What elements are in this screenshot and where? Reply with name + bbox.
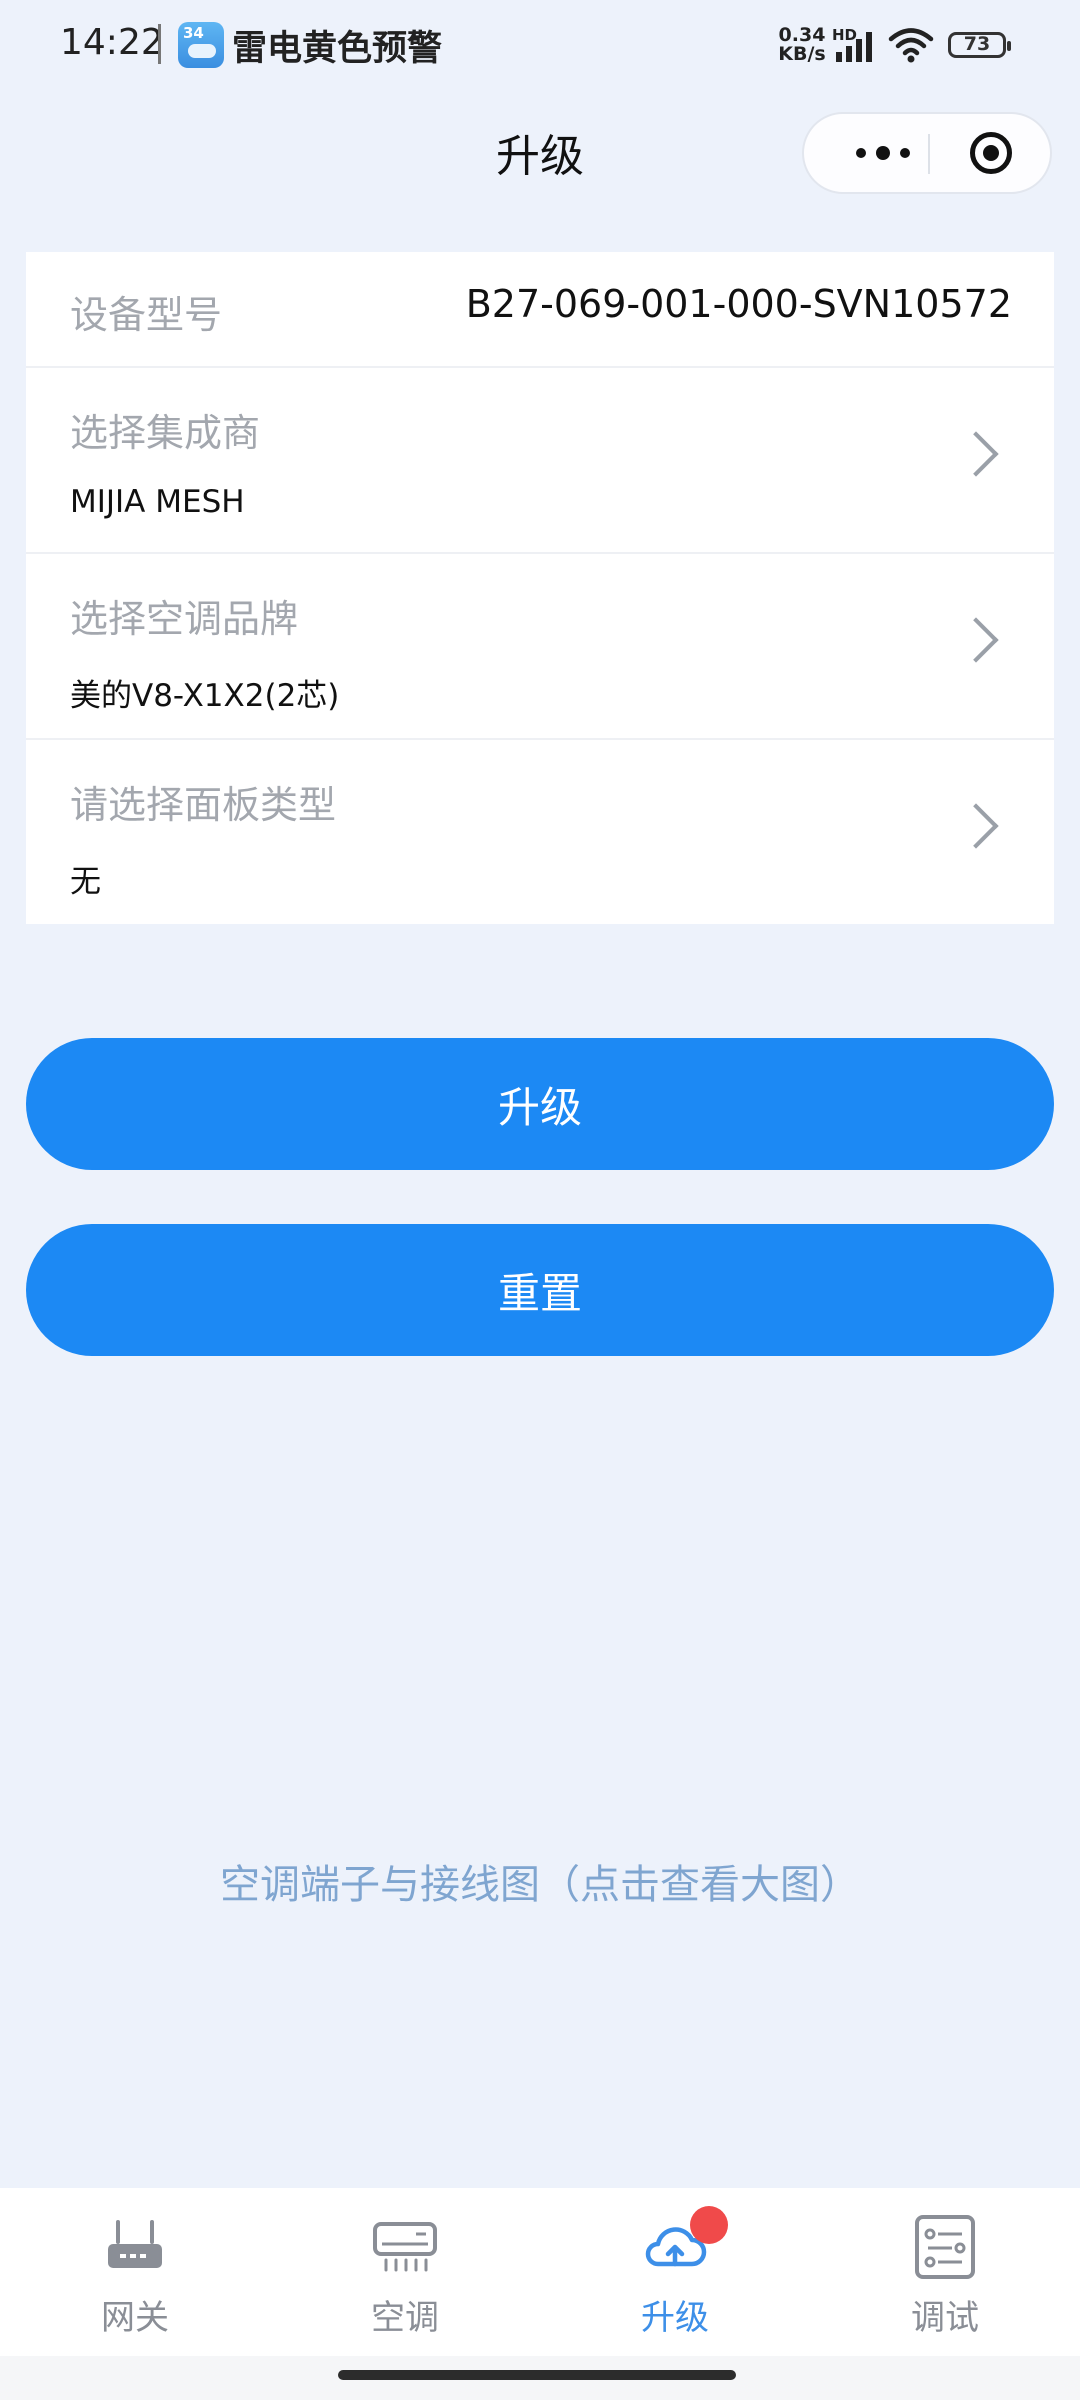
device-model-row: 设备型号 B27-069-001-000-SVN10572 — [26, 252, 1054, 368]
tab-upgrade-label: 升级 — [641, 2298, 709, 2338]
settings-card: 设备型号 B27-069-001-000-SVN10572 选择集成商 MIJI… — [26, 252, 1054, 924]
status-time: 14:22 — [60, 22, 164, 63]
panel-type-value: 无 — [70, 864, 101, 900]
integrator-value: MIJIA MESH — [70, 484, 245, 520]
ac-brand-label: 选择空调品牌 — [70, 597, 299, 641]
integrator-select-row[interactable]: 选择集成商 MIJIA MESH — [26, 368, 1054, 554]
router-icon — [108, 2220, 162, 2268]
ac-brand-value: 美的V8-X1X2(2芯) — [70, 678, 340, 714]
mini-program-capsule — [802, 112, 1052, 194]
wifi-icon — [888, 28, 934, 63]
target-circle-icon[interactable] — [970, 132, 1012, 174]
panel-type-select-row[interactable]: 请选择面板类型 无 — [26, 740, 1054, 924]
ac-brand-select-row[interactable]: 选择空调品牌 美的V8-X1X2(2芯) — [26, 554, 1054, 740]
upgrade-button[interactable]: 升级 — [26, 1038, 1054, 1170]
weather-temp: 34 — [183, 24, 204, 42]
chevron-right-icon — [953, 431, 999, 477]
tab-debug-label: 调试 — [911, 2298, 979, 2338]
tab-gateway-label: 网关 — [101, 2298, 169, 2338]
more-dots-icon[interactable] — [838, 114, 928, 192]
battery-level: 73 — [963, 33, 991, 55]
tab-debug[interactable]: 调试 — [810, 2188, 1080, 2356]
bottom-tab-bar: 网关 空调 升级 调试 — [0, 2188, 1080, 2356]
home-indicator[interactable] — [338, 2370, 736, 2380]
chevron-right-icon — [953, 803, 999, 849]
air-conditioner-icon — [373, 2222, 437, 2272]
weather-alert-text: 雷电黄色预警 — [232, 29, 443, 69]
net-speed-unit: KB/s — [778, 43, 826, 65]
chevron-right-icon — [953, 617, 999, 663]
status-bar: 14:22 34 雷电黄色预警 0.34 KB/s HD 73 — [0, 0, 1080, 92]
device-model-value: B27-069-001-000-SVN10572 — [465, 282, 1012, 326]
signal-icon — [836, 32, 872, 62]
notification-badge — [690, 2206, 728, 2244]
tab-air-conditioner[interactable]: 空调 — [270, 2188, 540, 2356]
net-speed: 0.34 KB/s — [776, 26, 828, 64]
tab-gateway[interactable]: 网关 — [0, 2188, 270, 2356]
weather-icon: 34 — [178, 22, 224, 68]
integrator-label: 选择集成商 — [70, 411, 261, 455]
device-model-label: 设备型号 — [70, 293, 223, 337]
tab-air-conditioner-label: 空调 — [371, 2298, 439, 2338]
tab-upgrade[interactable]: 升级 — [540, 2188, 810, 2356]
status-separator — [158, 24, 161, 64]
wiring-diagram-link[interactable]: 空调端子与接线图（点击查看大图） — [0, 1852, 1080, 1910]
reset-button[interactable]: 重置 — [26, 1224, 1054, 1356]
debug-list-icon — [915, 2215, 975, 2279]
panel-type-label: 请选择面板类型 — [70, 783, 337, 827]
capsule-divider — [928, 134, 930, 174]
battery-icon: 73 — [948, 32, 1011, 58]
